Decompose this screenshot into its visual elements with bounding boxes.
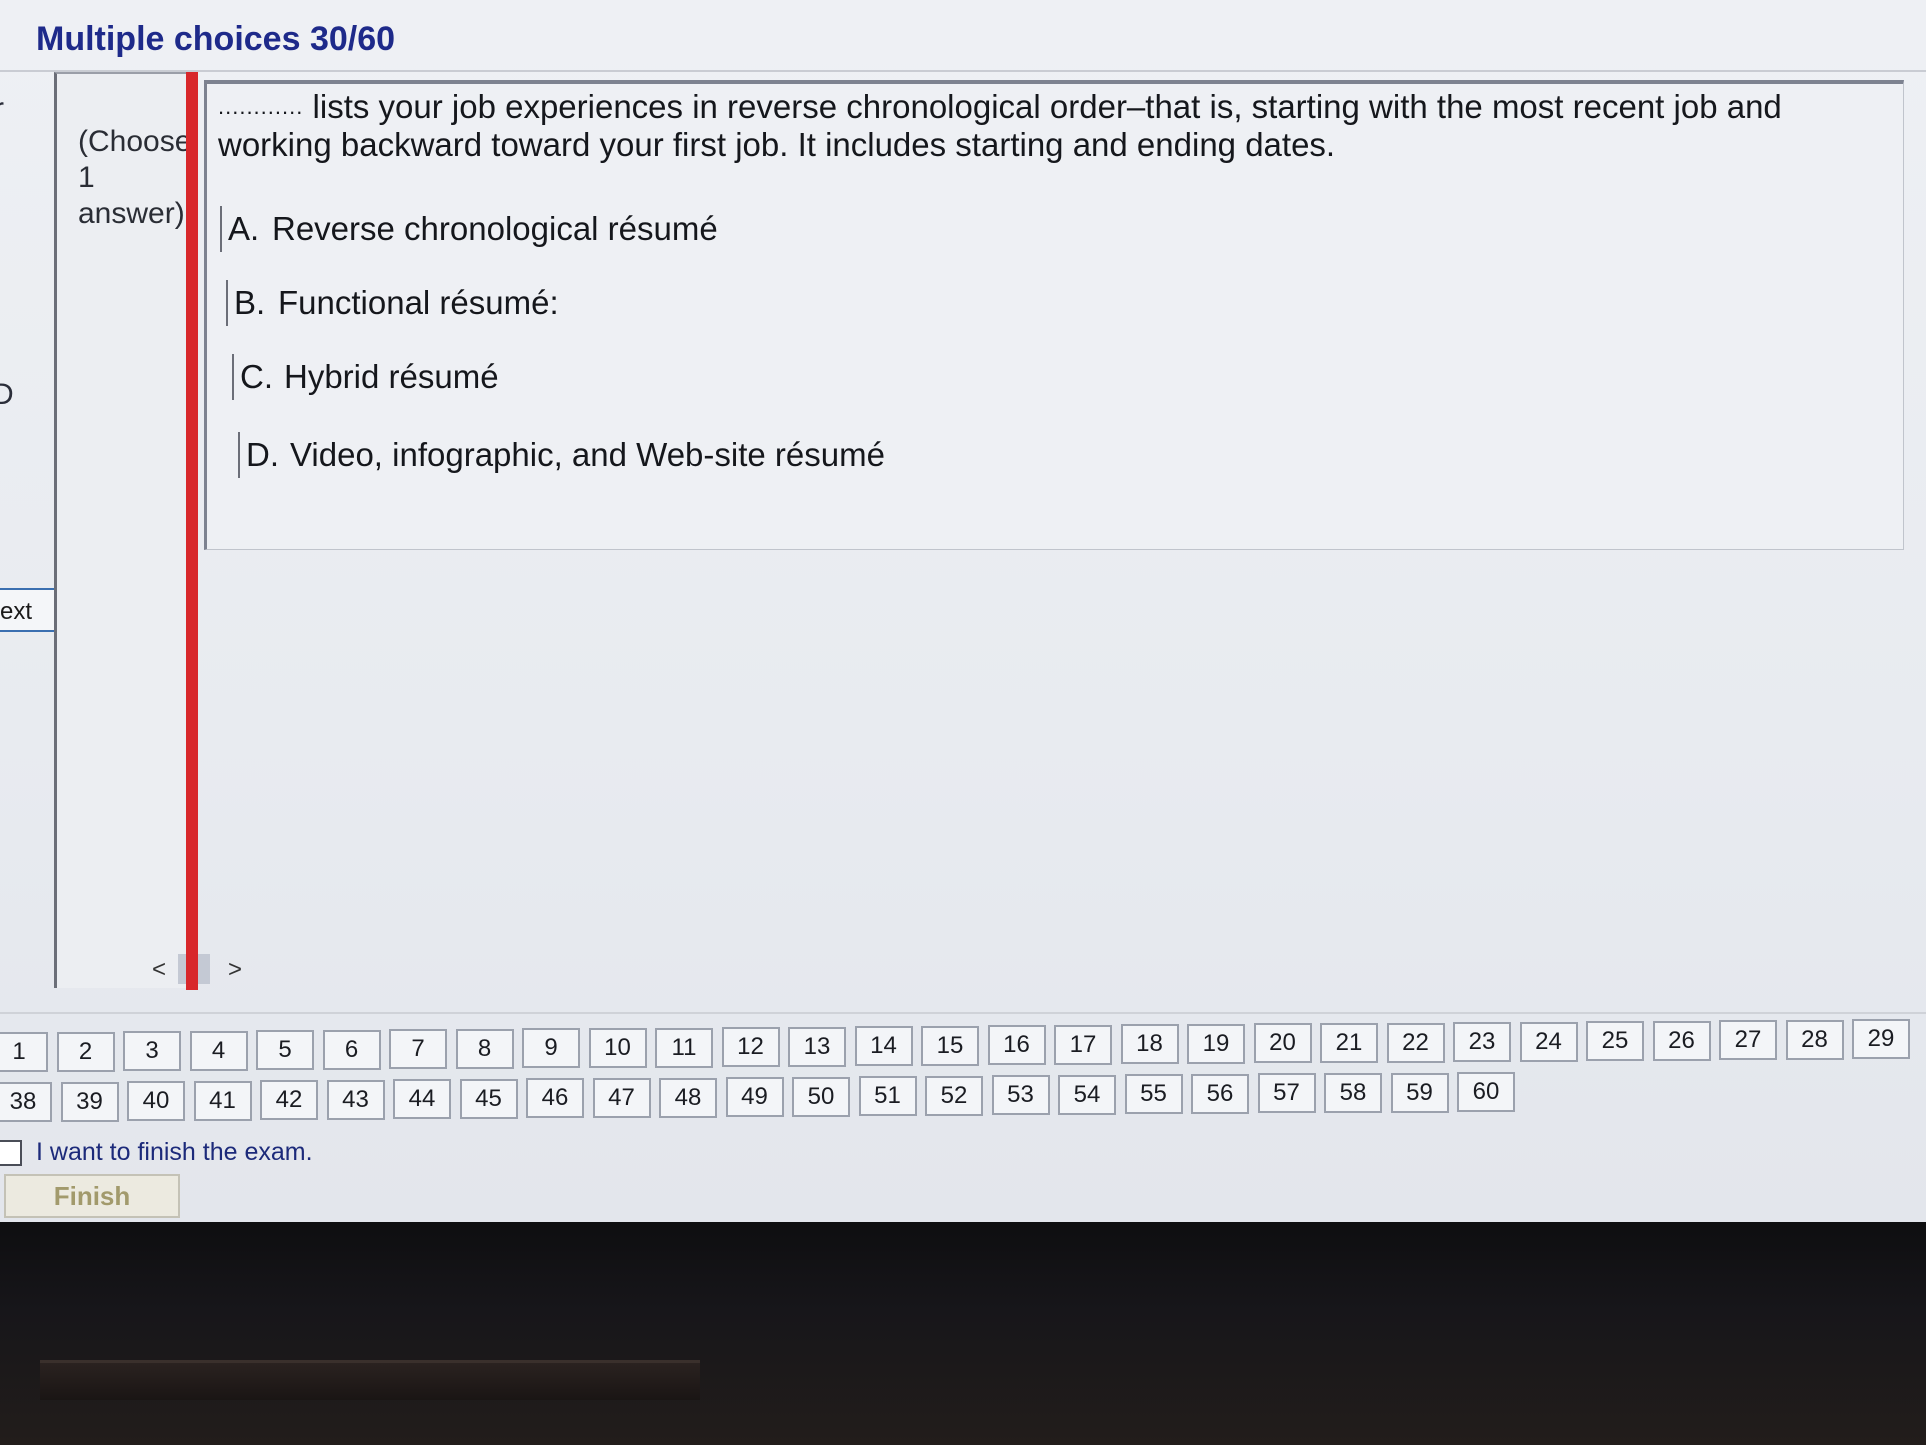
question-nav-button[interactable]: 20 [1253,1023,1312,1064]
finish-button[interactable]: Finish [4,1174,180,1218]
question-nav-button[interactable]: 11 [655,1027,713,1068]
option-text: Functional résumé: [278,284,559,321]
question-nav-button[interactable]: 12 [721,1027,780,1068]
question-nav-button[interactable]: 21 [1320,1023,1378,1063]
question-nav-button[interactable]: 19 [1187,1023,1245,1064]
scroll-left-arrow-icon[interactable]: < [152,956,166,984]
question-text: ............ lists your job experiences … [218,88,1798,164]
question-nav-button[interactable]: 55 [1124,1074,1183,1115]
question-nav-button[interactable]: 41 [193,1080,252,1121]
question-nav-button[interactable]: 8 [455,1028,514,1069]
question-nav-button[interactable]: 40 [127,1081,185,1122]
question-nav-button[interactable]: 39 [60,1081,119,1122]
question-nav-button[interactable]: 26 [1652,1020,1711,1061]
finish-checkbox-label: I want to finish the exam. [36,1138,313,1166]
question-nav-button[interactable]: 50 [792,1076,850,1117]
question-nav-button[interactable]: 25 [1586,1021,1644,1062]
question-nav-button[interactable]: 38 [0,1082,52,1122]
question-nav-button[interactable]: 28 [1785,1019,1844,1060]
question-nav-button[interactable]: 9 [522,1028,580,1069]
option-letter: B. [234,284,266,321]
question-nav-button[interactable]: 48 [659,1077,717,1118]
question-nav-button[interactable]: 58 [1324,1073,1382,1113]
question-nav-button[interactable]: 46 [526,1078,584,1119]
finish-checkbox[interactable] [0,1140,22,1166]
side-fragment: r [0,92,4,126]
question-nav-button[interactable]: 4 [189,1030,248,1071]
option-a[interactable]: A. Reverse chronological résumé [220,206,718,252]
question-nav-button[interactable]: 60 [1457,1072,1515,1113]
question-nav-button[interactable]: 56 [1191,1073,1249,1114]
question-nav-button[interactable]: 53 [991,1075,1050,1116]
question-nav-button[interactable]: 2 [56,1031,115,1072]
question-nav-button[interactable]: 52 [925,1075,983,1116]
question-nav-button[interactable]: 51 [858,1076,917,1117]
question-nav-button[interactable]: 42 [260,1080,318,1121]
question-nav-button[interactable]: 59 [1390,1072,1449,1113]
question-nav-button[interactable]: 3 [123,1031,181,1072]
option-text: Video, infographic, and Web-site résumé [290,436,885,473]
question-nav-button[interactable]: 49 [725,1077,784,1118]
question-nav-button[interactable]: 10 [588,1027,647,1068]
option-text: Reverse chronological résumé [272,210,718,247]
question-nav-button[interactable]: 16 [987,1025,1046,1066]
side-fragment: D [0,378,14,411]
question-nav-button[interactable]: 44 [393,1079,451,1120]
question-nav-button[interactable]: 18 [1120,1024,1179,1065]
option-d[interactable]: D. Video, infographic, and Web-site résum… [238,432,885,478]
question-nav-button[interactable]: 7 [389,1029,447,1070]
question-nav-button[interactable]: 17 [1054,1024,1112,1065]
divider [0,1012,1926,1014]
question-nav-button[interactable]: 1 [0,1032,48,1072]
question-nav-button[interactable]: 43 [326,1079,385,1120]
question-nav-button[interactable]: 22 [1386,1022,1445,1063]
option-b[interactable]: B. Functional résumé: [226,280,559,326]
question-nav-button[interactable]: 47 [592,1077,651,1118]
option-letter: A. [228,210,260,247]
question-nav-button[interactable]: 23 [1453,1022,1511,1063]
question-nav-button[interactable]: 29 [1852,1019,1910,1060]
question-nav-button[interactable]: 57 [1257,1073,1316,1114]
question-nav-button[interactable]: 45 [459,1078,518,1119]
choose-instruction: (Choose 1 answer) [78,125,192,230]
desk-edge [40,1360,700,1400]
divider [0,70,1926,72]
question-body: lists your job experiences in reverse ch… [218,88,1782,163]
question-nav-button[interactable]: 27 [1719,1020,1777,1061]
option-letter: D. [246,436,279,473]
question-nav-row: 38 39 40 41 42 43 44 45 46 47 48 49 50 51 52 53 54 55 56 57… [0,1072,1926,1124]
page-title: Multiple choices 30/60 [36,20,396,58]
question-nav-button[interactable]: 54 [1058,1074,1116,1115]
question-nav-button[interactable]: 14 [854,1026,913,1067]
option-c[interactable]: C. Hybrid résumé [232,354,499,400]
question-nav-row: 1 2 3 4 5 6 7 8 9 10 11 12 13 14 15 16 17 18 19 20 21 22 23 24 2… [0,1019,1926,1074]
option-letter: C. [240,358,273,395]
question-nav-button[interactable]: 13 [788,1026,846,1067]
question-nav-button[interactable]: 15 [921,1025,979,1066]
monitor-bezel [0,1222,1926,1445]
question-nav-button[interactable]: 24 [1519,1021,1578,1062]
question-nav-button[interactable]: 5 [256,1030,314,1071]
option-text: Hybrid résumé [284,358,499,395]
question-nav-button[interactable]: 6 [322,1029,381,1070]
answer-blank: ............ [218,94,304,119]
